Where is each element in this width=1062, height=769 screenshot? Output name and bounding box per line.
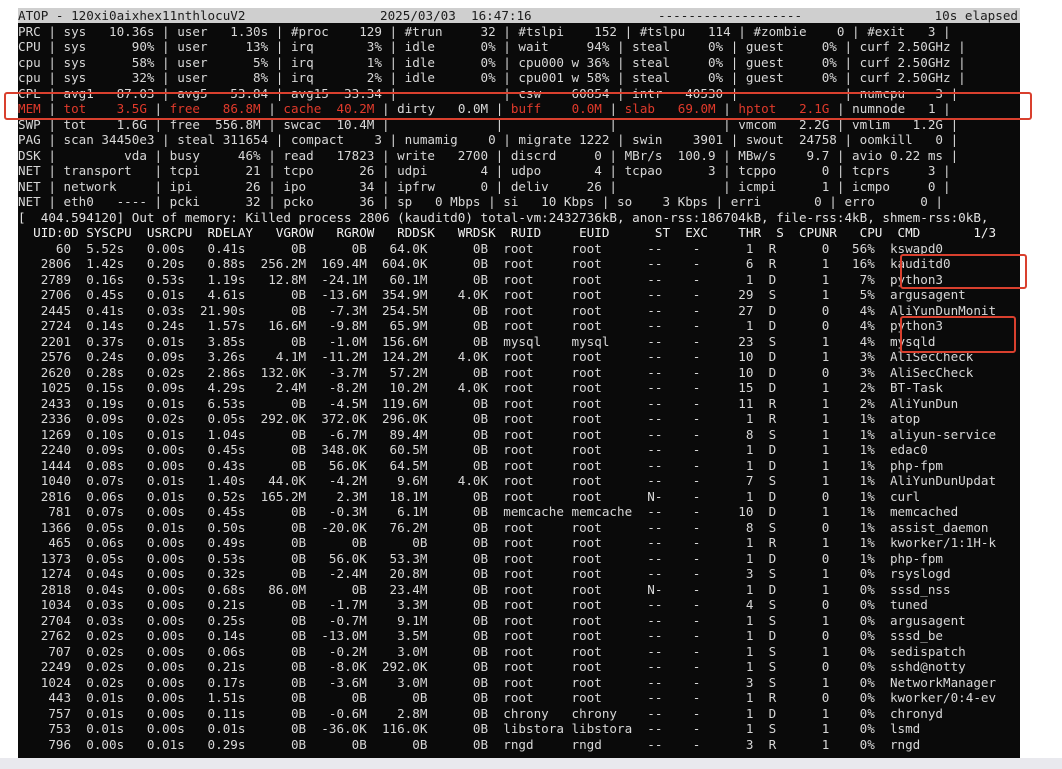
atop-title-bar: ATOP - 120xi0aixhex11nthlocuV2 2025/03/03… [18, 8, 1020, 23]
process-row[interactable]: 781 0.07s 0.00s 0.45s 0B -0.3M 6.1M 0B m… [18, 504, 958, 519]
process-table-header: UID:0D SYSCPU USRCPU RDELAY VGROW RGROW … [18, 225, 997, 240]
right-margin [1020, 8, 1062, 758]
process-row[interactable]: 2336 0.09s 0.02s 0.05s 292.0K 372.0K 296… [18, 411, 921, 426]
net-transport-line: NET | transport | tcpi 21 | tcpo 26 | ud… [18, 163, 951, 178]
process-row[interactable]: 2724 0.14s 0.24s 1.57s 16.6M -9.8M 65.9M… [18, 318, 943, 333]
process-row[interactable]: 2445 0.41s 0.03s 21.90s 0B -7.3M 254.5M … [18, 303, 996, 318]
atop-title: ATOP - 120xi0aixhex11nthlocuV2 [18, 8, 246, 23]
process-row[interactable]: 2576 0.24s 0.09s 3.26s 4.1M -11.2M 124.2… [18, 349, 974, 364]
process-row[interactable]: 1040 0.07s 0.01s 1.40s 44.0K -4.2M 9.6M … [18, 473, 996, 488]
atop-elapsed: 10s elapsed [934, 8, 1018, 23]
process-row[interactable]: 2433 0.19s 0.01s 6.53s 0B -4.5M 119.6M 0… [18, 396, 958, 411]
cpu-line: CPU | sys 90% | user 13% | irq 3% | idle… [18, 39, 966, 54]
process-row[interactable]: 2818 0.04s 0.00s 0.68s 86.0M 0B 23.4M 0B… [18, 582, 951, 597]
kauditd-python-highlight-box [900, 254, 1027, 289]
process-row[interactable]: 2706 0.45s 0.01s 4.61s 0B -13.6M 354.9M … [18, 287, 966, 302]
process-row[interactable]: 1024 0.02s 0.00s 0.17s 0B -3.6M 3.0M 0B … [18, 675, 996, 690]
process-row[interactable]: 2240 0.09s 0.00s 0.45s 0B 348.0K 60.5M 0… [18, 442, 928, 457]
process-row[interactable]: 443 0.01s 0.00s 1.51s 0B 0B 0B 0B root r… [18, 690, 996, 705]
dsk-line: DSK | vda | busy 46% | read 17823 | writ… [18, 147, 959, 163]
pag-line: PAG | scan 34450e3 | steal 311654 | comp… [18, 132, 959, 147]
process-row[interactable]: 2789 0.16s 0.53s 1.19s 12.8M -24.1M 60.1… [18, 272, 943, 287]
net-eth0-line: NET | eth0 ---- | pcki 32 | pcko 36 | sp… [18, 194, 944, 209]
process-row[interactable]: 2620 0.28s 0.02s 2.86s 132.0K -3.7M 57.2… [18, 365, 974, 380]
terminal-screen[interactable]: ATOP - 120xi0aixhex11nthlocuV2 2025/03/03… [18, 8, 1020, 758]
process-row[interactable]: 2201 0.37s 0.01s 3.85s 0B -1.0M 156.6M 0… [18, 334, 936, 349]
mem-line-highlight-box [4, 92, 1032, 120]
process-row[interactable]: 2806 1.42s 0.20s 0.88s 256.2M 169.4M 604… [18, 256, 951, 271]
atop-datetime: 2025/03/03 16:47:16 [380, 8, 532, 23]
process-row[interactable]: 1269 0.10s 0.01s 1.04s 0B -6.7M 89.4M 0B… [18, 427, 996, 442]
cpu1-line: cpu | sys 32% | user 8% | irq 2% | idle … [18, 70, 966, 85]
process-row[interactable]: 796 0.00s 0.01s 0.29s 0B 0B 0B 0B rngd r… [18, 737, 920, 752]
process-row[interactable]: 707 0.02s 0.00s 0.06s 0B -0.2M 3.0M 0B r… [18, 644, 965, 659]
oom-kill-message: [ 404.594120] Out of memory: Killed proc… [18, 209, 989, 225]
process-row[interactable]: 2249 0.02s 0.00s 0.21s 0B -8.0K 292.0K 0… [18, 659, 966, 674]
net-network-line: NET | network | ipi 26 | ipo 34 | ipfrw … [18, 178, 951, 194]
process-row[interactable]: 1444 0.08s 0.00s 0.43s 0B 56.0K 64.5M 0B… [18, 458, 943, 473]
process-row[interactable]: 2762 0.02s 0.00s 0.14s 0B -13.0M 3.5M 0B… [18, 628, 943, 643]
process-row[interactable]: 1025 0.15s 0.09s 4.29s 2.4M -8.2M 10.2M … [18, 380, 943, 395]
atop-dashes: ------------------- [658, 8, 803, 23]
process-row[interactable]: 753 0.01s 0.00s 0.01s 0B -36.0K 116.0K 0… [18, 721, 920, 736]
bottom-strip [0, 758, 1062, 769]
python-mysqld-highlight-box [900, 316, 1016, 353]
process-row[interactable]: 2704 0.03s 0.00s 0.25s 0B -0.7M 9.1M 0B … [18, 613, 966, 628]
process-row[interactable]: 1373 0.05s 0.00s 0.53s 0B 56.0K 53.3M 0B… [18, 551, 943, 566]
process-row[interactable]: 1366 0.05s 0.01s 0.50s 0B -20.0K 76.2M 0… [18, 520, 989, 535]
cpu0-line: cpu | sys 58% | user 5% | irq 1% | idle … [18, 54, 966, 70]
process-row[interactable]: 2816 0.06s 0.01s 0.52s 165.2M 2.3M 18.1M… [18, 489, 921, 504]
process-row[interactable]: 465 0.06s 0.00s 0.49s 0B 0B 0B 0B root r… [18, 535, 996, 550]
process-row[interactable]: 1274 0.04s 0.00s 0.32s 0B -2.4M 20.8M 0B… [18, 566, 951, 581]
process-row[interactable]: 757 0.01s 0.00s 0.11s 0B -0.6M 2.8M 0B c… [18, 706, 943, 721]
process-row[interactable]: 60 5.52s 0.00s 0.41s 0B 0B 64.0K 0B root… [18, 241, 943, 256]
process-row[interactable]: 1034 0.03s 0.00s 0.21s 0B -1.7M 3.3M 0B … [18, 597, 928, 612]
prc-line: PRC | sys 10.36s | user 1.30s | #proc 12… [18, 23, 951, 39]
